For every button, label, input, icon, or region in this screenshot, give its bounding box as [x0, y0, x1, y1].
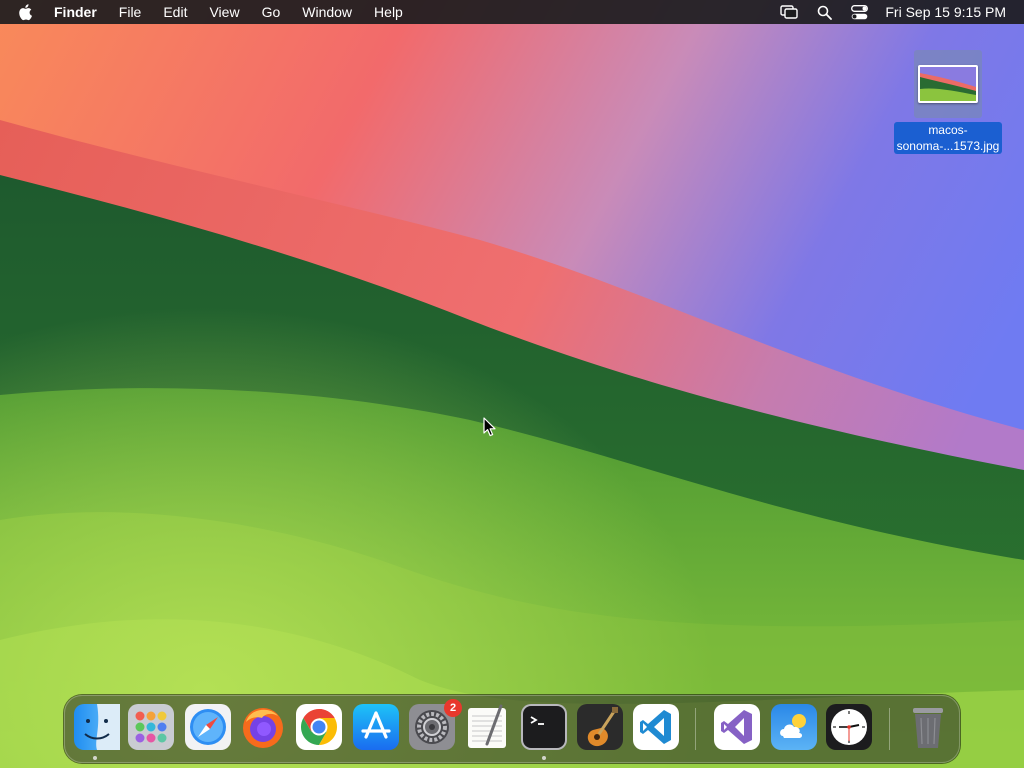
file-name-line1: macos- — [928, 123, 968, 137]
apple-menu-icon[interactable] — [14, 0, 38, 24]
menu-help[interactable]: Help — [363, 0, 414, 24]
finder-icon[interactable] — [74, 704, 120, 750]
spotlight-search-icon[interactable] — [814, 2, 834, 22]
visual-studio-icon[interactable] — [714, 704, 760, 750]
weather-icon[interactable] — [771, 704, 817, 750]
image-file-thumbnail[interactable] — [914, 50, 982, 118]
menu-go[interactable]: Go — [251, 0, 292, 24]
menubar-clock[interactable]: Fri Sep 15 9:15 PM — [885, 4, 1006, 20]
safari-icon[interactable] — [185, 704, 231, 750]
dock-separator — [889, 708, 890, 750]
desktop-wallpaper — [0, 0, 1024, 768]
desktop-file-icon[interactable]: macos- sonoma-...1573.jpg — [888, 50, 1008, 154]
vscode-icon[interactable] — [633, 704, 679, 750]
system-settings-icon[interactable]: 2 — [409, 699, 462, 750]
notification-badge: 2 — [444, 699, 462, 717]
launchpad-icon[interactable] — [128, 704, 174, 750]
menu-edit[interactable]: Edit — [152, 0, 198, 24]
menu-file[interactable]: File — [108, 0, 153, 24]
dock-separator — [695, 708, 696, 750]
mouse-pointer-icon — [483, 417, 496, 437]
terminal-icon[interactable] — [521, 704, 567, 750]
dock: 2 — [64, 695, 960, 763]
textedit-icon[interactable] — [465, 704, 511, 750]
chrome-icon[interactable] — [296, 704, 342, 750]
file-name-line2: sonoma-...1573.jpg — [896, 139, 1000, 153]
garageband-icon[interactable] — [577, 704, 623, 750]
firefox-icon[interactable] — [240, 704, 286, 750]
clock-icon[interactable] — [826, 704, 872, 750]
menu-app-finder[interactable]: Finder — [38, 0, 108, 24]
menu-view[interactable]: View — [198, 0, 250, 24]
screen-mirroring-icon[interactable] — [779, 2, 799, 22]
terminal-running-indicator — [542, 756, 546, 760]
menu-bar: Finder File Edit View Go Window Help Fri… — [0, 0, 1024, 24]
control-center-icon[interactable] — [849, 2, 869, 22]
trash-icon[interactable] — [905, 704, 951, 750]
desktop-file-label[interactable]: macos- sonoma-...1573.jpg — [893, 122, 1003, 154]
finder-running-indicator — [93, 756, 97, 760]
image-preview-icon — [918, 65, 978, 103]
menu-window[interactable]: Window — [291, 0, 363, 24]
app-store-icon[interactable] — [353, 704, 399, 750]
